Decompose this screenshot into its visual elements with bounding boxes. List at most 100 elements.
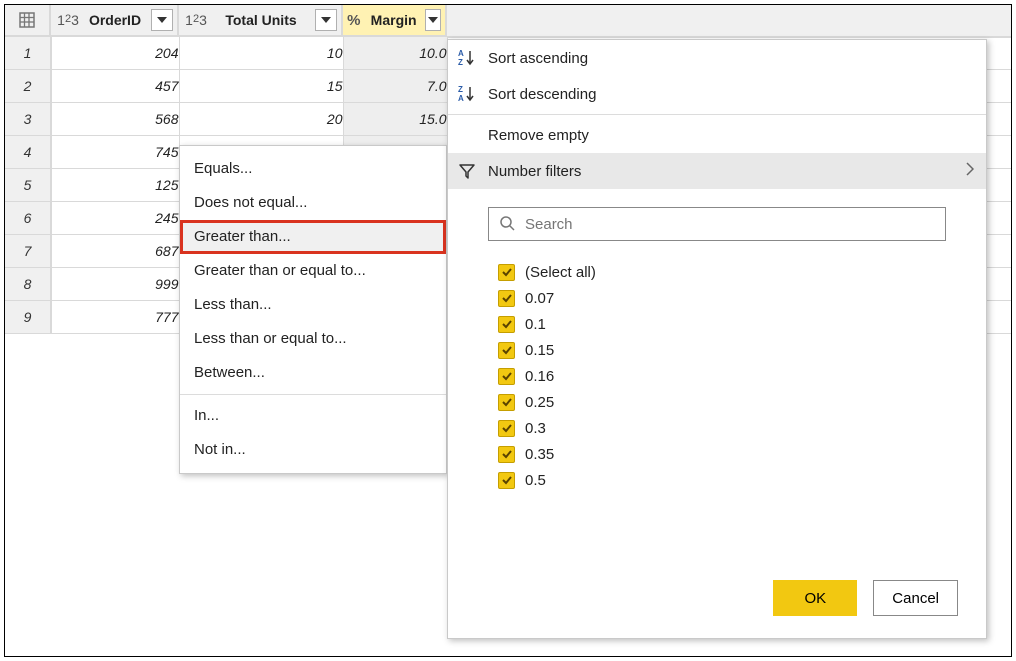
cell-order[interactable]: 687	[51, 235, 179, 268]
filter-greater-equal[interactable]: Greater than or equal to...	[180, 254, 446, 288]
chevron-down-icon	[321, 17, 331, 23]
header-spacer	[447, 5, 1011, 37]
cell-order[interactable]: 457	[51, 70, 179, 103]
row-number[interactable]: 9	[5, 301, 51, 334]
filter-between[interactable]: Between...	[180, 356, 446, 390]
row-header-corner[interactable]	[5, 5, 51, 37]
filter-less-equal[interactable]: Less than or equal to...	[180, 322, 446, 356]
remove-empty[interactable]: Remove empty	[448, 117, 986, 153]
cell-order[interactable]: 777	[51, 301, 179, 334]
panel-separator	[448, 114, 986, 115]
svg-text:A: A	[458, 94, 464, 103]
cell-units[interactable]: 15	[179, 70, 343, 103]
filter-value-label: 0.1	[525, 316, 546, 333]
checkbox-checked-icon[interactable]	[498, 394, 515, 411]
row-number[interactable]: 2	[5, 70, 51, 103]
filter-greater-than[interactable]: Greater than...	[180, 220, 446, 254]
filter-value-item[interactable]: 0.16	[498, 363, 946, 389]
column-header-order[interactable]: 123 OrderID	[51, 5, 179, 37]
checkbox-checked-icon[interactable]	[498, 342, 515, 359]
chevron-right-icon	[966, 162, 974, 180]
sort-desc-icon: Z A	[456, 85, 478, 103]
filter-less-than[interactable]: Less than...	[180, 288, 446, 322]
number-type-icon: 123	[179, 12, 209, 28]
checkbox-checked-icon[interactable]	[498, 420, 515, 437]
column-header-margin[interactable]: % Margin	[343, 5, 447, 37]
filter-value-item[interactable]: 0.15	[498, 337, 946, 363]
sort-descending[interactable]: Z A Sort descending	[448, 76, 986, 112]
cell-margin[interactable]: 15.0	[343, 103, 447, 136]
column-filter-button[interactable]	[151, 9, 173, 31]
column-header-units[interactable]: 123 Total Units	[179, 5, 343, 37]
row-number[interactable]: 5	[5, 169, 51, 202]
filter-search-input[interactable]	[523, 215, 935, 234]
checkbox-checked-icon[interactable]	[498, 316, 515, 333]
checkbox-checked-icon[interactable]	[498, 446, 515, 463]
row-number[interactable]: 3	[5, 103, 51, 136]
number-type-icon: 123	[51, 12, 81, 28]
filter-value-label: 0.25	[525, 394, 554, 411]
checkbox-checked-icon[interactable]	[498, 290, 515, 307]
cell-order[interactable]: 204	[51, 37, 179, 70]
filter-value-label: (Select all)	[525, 264, 596, 281]
app-frame: 123 OrderID 123 Total Units	[4, 4, 1012, 657]
filter-value-item[interactable]: 0.1	[498, 311, 946, 337]
column-filter-button[interactable]	[315, 9, 337, 31]
filter-search-box[interactable]	[488, 207, 946, 241]
cell-order[interactable]: 125	[51, 169, 179, 202]
menu-label: Sort descending	[488, 86, 974, 103]
cell-order[interactable]: 568	[51, 103, 179, 136]
table-icon	[19, 12, 35, 28]
filter-value-item[interactable]: 0.35	[498, 441, 946, 467]
filter-value-list: (Select all) 0.07 0.1 0.150.16 0.25 0.3 0.35 0.…	[498, 259, 946, 562]
cell-order[interactable]: 745	[51, 136, 179, 169]
row-number[interactable]: 6	[5, 202, 51, 235]
filter-value-item[interactable]: (Select all)	[498, 259, 946, 285]
chevron-down-icon	[428, 17, 438, 23]
svg-text:A: A	[458, 49, 464, 58]
filter-in[interactable]: In...	[180, 399, 446, 433]
row-number[interactable]: 7	[5, 235, 51, 268]
row-number[interactable]: 1	[5, 37, 51, 70]
cancel-button[interactable]: Cancel	[873, 580, 958, 616]
menu-label: Remove empty	[488, 127, 974, 144]
menu-label: Sort ascending	[488, 50, 974, 67]
filter-value-label: 0.3	[525, 420, 546, 437]
filter-value-item[interactable]: 0.07	[498, 285, 946, 311]
svg-text:Z: Z	[458, 85, 463, 94]
cell-units[interactable]: 10	[179, 37, 343, 70]
funnel-icon	[456, 162, 478, 180]
filter-value-item[interactable]: 0.3	[498, 415, 946, 441]
filter-value-item[interactable]: 0.5	[498, 467, 946, 493]
chevron-down-icon	[157, 17, 167, 23]
percent-type-icon: %	[343, 12, 365, 29]
column-label: Margin	[365, 12, 423, 28]
filter-value-item[interactable]: 0.25	[498, 389, 946, 415]
ok-button[interactable]: OK	[773, 580, 857, 616]
filter-value-label: 0.35	[525, 446, 554, 463]
filter-not-equal[interactable]: Does not equal...	[180, 186, 446, 220]
row-number[interactable]: 8	[5, 268, 51, 301]
submenu-separator	[180, 394, 446, 395]
filter-not-in[interactable]: Not in...	[180, 433, 446, 467]
column-filter-button[interactable]	[425, 9, 441, 31]
panel-footer: OK Cancel	[448, 562, 986, 638]
sort-asc-icon: A Z	[456, 49, 478, 67]
checkbox-checked-icon[interactable]	[498, 472, 515, 489]
checkbox-checked-icon[interactable]	[498, 368, 515, 385]
cell-units[interactable]: 20	[179, 103, 343, 136]
cell-order[interactable]: 245	[51, 202, 179, 235]
filter-equals[interactable]: Equals...	[180, 152, 446, 186]
row-number[interactable]: 4	[5, 136, 51, 169]
cell-order[interactable]: 999	[51, 268, 179, 301]
cell-margin[interactable]: 7.0	[343, 70, 447, 103]
number-filters[interactable]: Number filters	[448, 153, 986, 189]
cell-margin[interactable]: 10.0	[343, 37, 447, 70]
column-filter-panel: A Z Sort ascending Z A Sort descending	[447, 39, 987, 639]
checkbox-checked-icon[interactable]	[498, 264, 515, 281]
filter-value-label: 0.5	[525, 472, 546, 489]
svg-text:Z: Z	[458, 58, 463, 67]
column-label: Total Units	[209, 12, 313, 28]
sort-ascending[interactable]: A Z Sort ascending	[448, 40, 986, 76]
menu-label: Number filters	[488, 163, 956, 180]
